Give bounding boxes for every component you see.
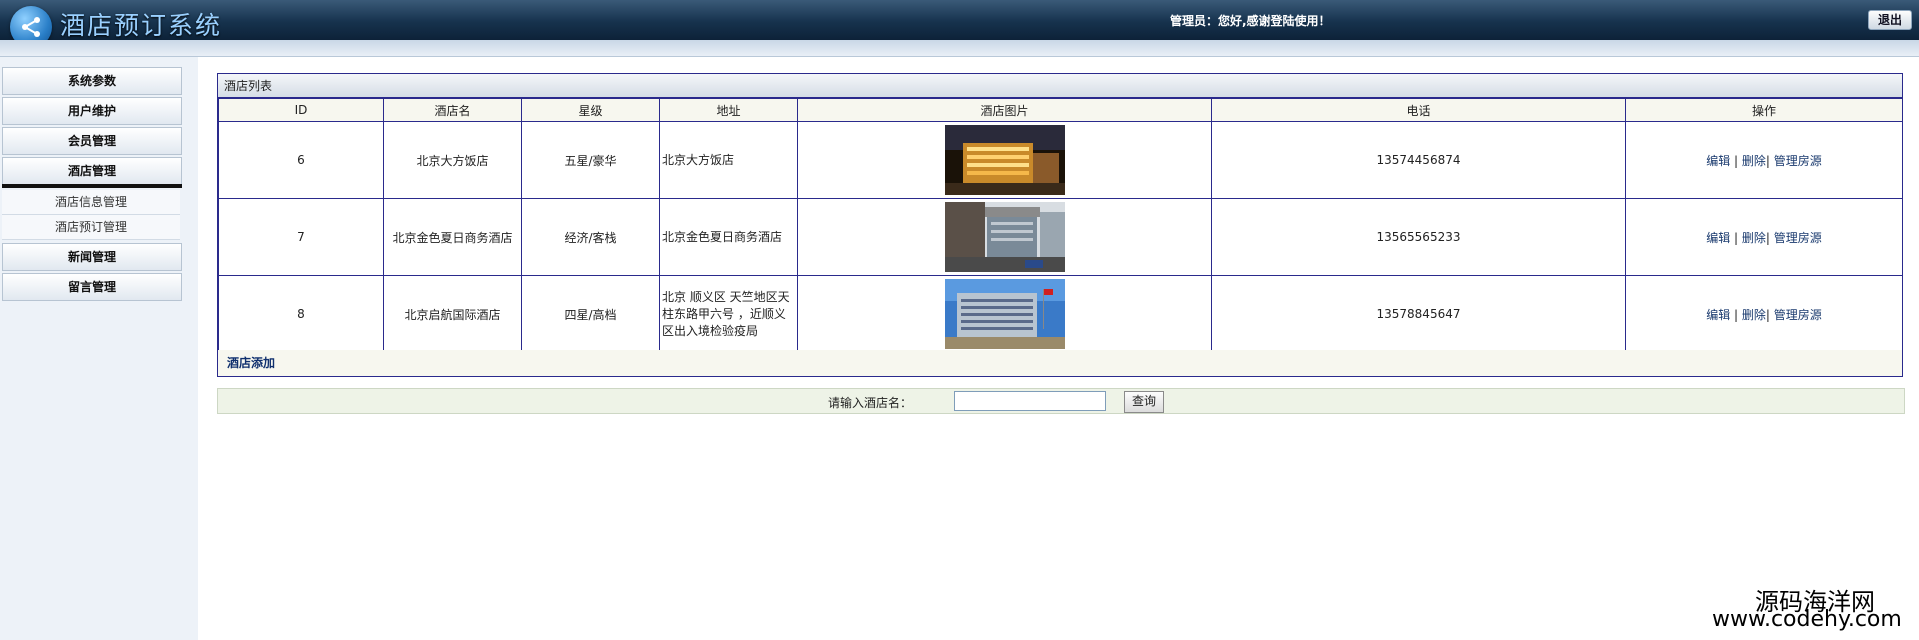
header-strip [0,40,1919,57]
search-label: 请输入酒店名： [828,396,913,410]
cell-actions: 编辑 | 删除| 管理房源 [1625,121,1903,199]
cell-name: 北京金色夏日商务酒店 [383,198,522,276]
cell-photo [797,121,1212,199]
cell-address: 北京金色夏日商务酒店 [659,198,798,276]
edit-link[interactable]: 编辑 [1706,154,1730,168]
submenu-item-hotel-booking[interactable]: 酒店预订管理 [2,215,180,240]
table-row: 6 北京大方饭店 五星/豪华 北京大方饭店 13574456874 编辑 | 删… [218,121,1903,199]
separator: | [1765,230,1770,245]
panel-title: 酒店列表 [218,74,1902,98]
separator: | [1765,307,1770,322]
manage-rooms-link[interactable]: 管理房源 [1774,154,1822,168]
sidebar-item-news-management[interactable]: 新闻管理 [2,243,182,271]
column-header-star: 星级 [521,98,660,122]
cell-photo [797,275,1212,353]
cell-star: 五星/豪华 [521,121,660,199]
submenu-divider [2,184,182,188]
cell-name: 北京启航国际酒店 [383,275,522,353]
cell-id: 6 [218,121,384,199]
delete-link[interactable]: 删除 [1742,231,1766,245]
add-hotel-link[interactable]: 酒店添加 [218,350,1902,376]
hotel-photo [944,279,1065,349]
watermark-url: www.codehy.com [1712,607,1902,632]
edit-link[interactable]: 编辑 [1706,308,1730,322]
sidebar-item-hotel-management[interactable]: 酒店管理 [2,157,182,185]
sidebar-item-system-params[interactable]: 系统参数 [2,67,182,95]
cell-star: 四星/高档 [521,275,660,353]
cell-address: 北京大方饭店 [659,121,798,199]
column-header-photo: 酒店图片 [797,98,1212,122]
separator: | [1734,230,1739,245]
table-row: 8 北京启航国际酒店 四星/高档 北京 顺义区 天竺地区天柱东路甲六号 ，近顺义… [218,275,1903,353]
search-bar: 请输入酒店名： 查询 [217,388,1905,414]
sidebar-item-message-management[interactable]: 留言管理 [2,273,182,301]
column-header-address: 地址 [659,98,798,122]
cell-phone: 13574456874 [1211,121,1626,199]
cell-actions: 编辑 | 删除| 管理房源 [1625,275,1903,353]
cell-address: 北京 顺义区 天竺地区天柱东路甲六号 ，近顺义区出入境检验疫局 [659,275,798,353]
cell-actions: 编辑 | 删除| 管理房源 [1625,198,1903,276]
sidebar-item-user-maintenance[interactable]: 用户维护 [2,97,182,125]
separator: | [1734,307,1739,322]
cell-id: 7 [218,198,384,276]
hotel-list-panel: 酒店列表 ID 酒店名 星级 地址 酒店图片 电话 操作 6 北京大方饭店 五星… [217,73,1903,377]
header-bar: 酒店预订系统 管理员：您好,感谢登陆使用！ 退出 [0,0,1919,48]
column-header-name: 酒店名 [383,98,522,122]
submenu-item-hotel-info[interactable]: 酒店信息管理 [2,190,180,215]
hotel-photo [944,202,1065,272]
delete-link[interactable]: 删除 [1742,308,1766,322]
column-header-phone: 电话 [1211,98,1626,122]
sidebar: 系统参数 用户维护 会员管理 酒店管理 酒店信息管理 酒店预订管理 新闻管理 留… [0,57,198,640]
app-title: 酒店预订系统 [60,11,223,40]
separator: | [1734,153,1739,168]
separator: | [1765,153,1770,168]
hotel-photo [944,125,1065,195]
cell-phone: 13578845647 [1211,275,1626,353]
cell-id: 8 [218,275,384,353]
hotel-name-search-input[interactable] [954,391,1106,411]
table-header-row: ID 酒店名 星级 地址 酒店图片 电话 操作 [218,98,1903,122]
sidebar-item-member-management[interactable]: 会员管理 [2,127,182,155]
column-header-actions: 操作 [1625,98,1903,122]
column-header-id: ID [218,98,384,122]
cell-photo [797,198,1212,276]
cell-phone: 13565565233 [1211,198,1626,276]
greeting-text: 管理员：您好,感谢登陆使用！ [1170,14,1331,28]
cell-star: 经济/客栈 [521,198,660,276]
manage-rooms-link[interactable]: 管理房源 [1774,231,1822,245]
hotel-table: ID 酒店名 星级 地址 酒店图片 电话 操作 6 北京大方饭店 五星/豪华 北… [218,98,1903,353]
edit-link[interactable]: 编辑 [1706,231,1730,245]
search-button[interactable]: 查询 [1124,391,1164,413]
logout-button[interactable]: 退出 [1868,10,1912,30]
delete-link[interactable]: 删除 [1742,154,1766,168]
table-row: 7 北京金色夏日商务酒店 经济/客栈 北京金色夏日商务酒店 1356556523… [218,198,1903,276]
manage-rooms-link[interactable]: 管理房源 [1774,308,1822,322]
cell-name: 北京大方饭店 [383,121,522,199]
